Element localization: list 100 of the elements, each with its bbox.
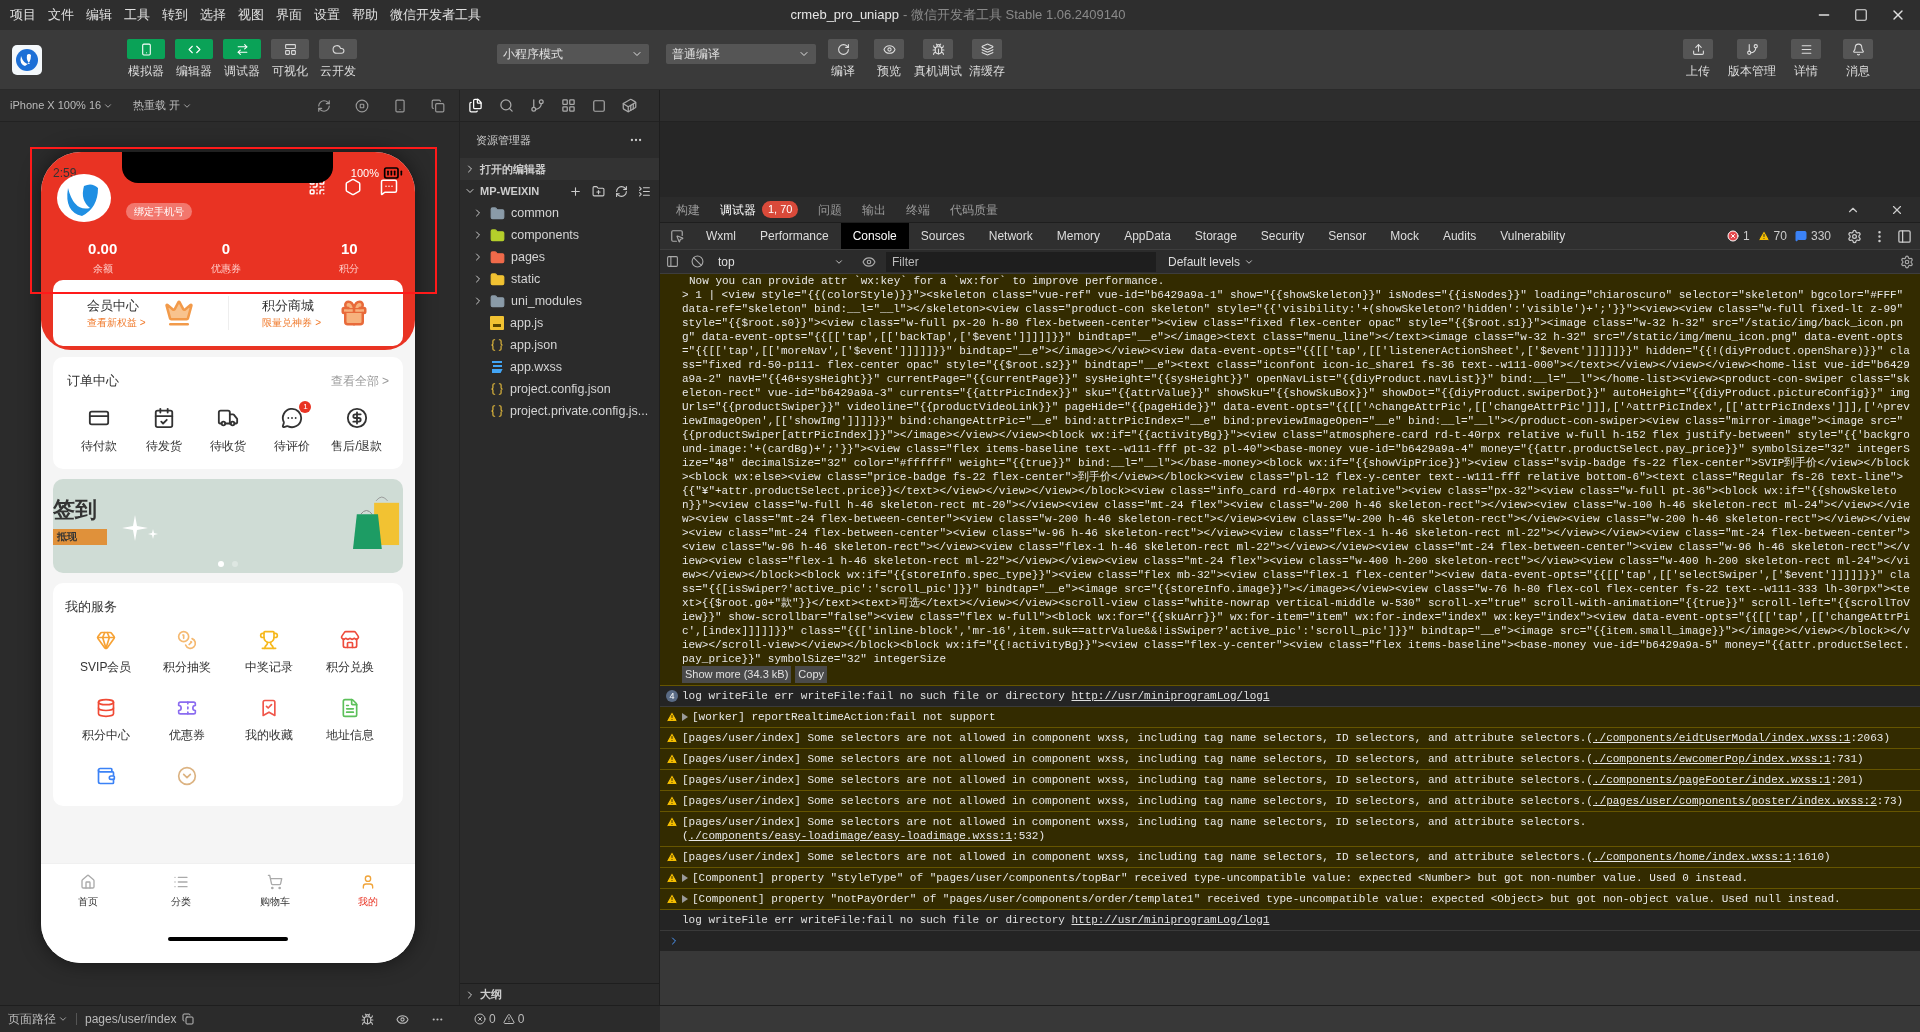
tab-bar-item[interactable]: 购物车 bbox=[228, 864, 322, 919]
panel-tab[interactable]: 代码质量 bbox=[950, 200, 999, 219]
inspect-icon[interactable] bbox=[670, 229, 684, 243]
collapse-icon[interactable] bbox=[638, 184, 651, 198]
source-link[interactable]: ./components/pageFooter/index.wxss:1 bbox=[1592, 773, 1831, 786]
file-tree-item[interactable]: project.config.json bbox=[510, 379, 611, 399]
dock-icon[interactable] bbox=[1897, 228, 1912, 244]
devtools-tab[interactable]: Mock bbox=[1378, 223, 1431, 249]
device-select[interactable]: iPhone X 100% 16 bbox=[10, 97, 114, 114]
copy-icon[interactable] bbox=[182, 1013, 195, 1025]
maximize-icon[interactable] bbox=[1854, 8, 1868, 22]
panel-tab[interactable]: 输出 bbox=[862, 200, 887, 219]
promo-title[interactable]: 积分商城 bbox=[262, 295, 322, 316]
open-editors-header[interactable]: 打开的编辑器 bbox=[460, 158, 659, 180]
expand-triangle-icon[interactable] bbox=[682, 894, 688, 903]
panel-tab[interactable]: 问题 bbox=[818, 200, 843, 219]
devtools-tab[interactable]: Security bbox=[1248, 223, 1317, 249]
devtools-tab[interactable]: Storage bbox=[1182, 223, 1249, 249]
source-link[interactable]: ./components/eidtUserModal/index.wxss:1 bbox=[1592, 731, 1851, 744]
compile-select[interactable]: 普通编译 bbox=[666, 44, 816, 64]
service-item[interactable]: 积分中心 bbox=[65, 698, 147, 744]
live-expression-icon[interactable] bbox=[862, 254, 876, 269]
devtools-tab[interactable]: Sources bbox=[908, 223, 977, 249]
view-toggle-button[interactable]: 编辑器 bbox=[170, 39, 218, 80]
source-control-icon[interactable] bbox=[530, 98, 545, 113]
message-icon[interactable] bbox=[380, 178, 398, 196]
file-tree-item[interactable]: project.private.config.js... bbox=[510, 401, 649, 421]
explorer-icon[interactable] bbox=[468, 98, 483, 113]
order-status-item[interactable]: 1 待评价 bbox=[260, 398, 325, 455]
devtools-tab[interactable]: Vulnerability bbox=[1488, 223, 1578, 249]
bug-icon[interactable] bbox=[361, 1012, 374, 1026]
refresh-icon[interactable] bbox=[317, 98, 331, 113]
order-status-item[interactable]: 待付款 bbox=[67, 398, 132, 455]
toolbar-action-button[interactable]: 详情 bbox=[1784, 39, 1828, 80]
source-link[interactable]: ./components/home/index.wxss:1 bbox=[1592, 850, 1791, 863]
expand-triangle-icon[interactable] bbox=[682, 712, 688, 721]
menu-item[interactable]: 微信开发者工具 bbox=[390, 5, 481, 25]
refresh-icon[interactable] bbox=[615, 184, 628, 198]
view-toggle-button[interactable]: 调试器 bbox=[218, 39, 266, 80]
new-folder-icon[interactable] bbox=[592, 184, 605, 198]
file-tree-item[interactable]: components bbox=[511, 225, 580, 245]
mode-select[interactable]: 小程序模式 bbox=[497, 44, 649, 64]
tab-bar-item[interactable]: 分类 bbox=[134, 864, 228, 919]
toolbar-action-button[interactable]: 预览 bbox=[868, 39, 910, 80]
devtools-tab[interactable]: Memory bbox=[1044, 223, 1113, 249]
menu-item[interactable]: 工具 bbox=[124, 5, 150, 25]
menu-item[interactable]: 设置 bbox=[314, 5, 340, 25]
copy-button[interactable]: Copy bbox=[795, 666, 827, 683]
devtools-tab[interactable]: AppData bbox=[1112, 223, 1183, 249]
new-file-icon[interactable] bbox=[569, 184, 582, 198]
menu-item[interactable]: 帮助 bbox=[352, 5, 378, 25]
clear-console-icon[interactable] bbox=[691, 255, 704, 268]
panel-tab[interactable]: 构建 bbox=[676, 200, 700, 219]
devtools-tab[interactable]: Console bbox=[840, 223, 909, 249]
menu-item[interactable]: 转到 bbox=[162, 5, 188, 25]
toolbar-action-button[interactable]: 编译 bbox=[822, 39, 864, 80]
hot-reload-toggle[interactable]: 热重载 开 bbox=[133, 97, 193, 114]
toolbar-action-button[interactable]: 真机调试 bbox=[914, 39, 962, 80]
source-link[interactable]: http://usr/miniprogramLog/log1 bbox=[1071, 913, 1270, 926]
devtools-tab[interactable]: Sensor bbox=[1316, 223, 1379, 249]
promo-title[interactable]: 会员中心 bbox=[86, 295, 146, 316]
source-link[interactable]: http://usr/miniprogramLog/log1 bbox=[1071, 689, 1270, 702]
view-toggle-button[interactable]: 云开发 bbox=[314, 39, 362, 80]
source-link[interactable]: ./components/ewcomerPop/index.wxss:1 bbox=[1592, 752, 1831, 765]
devtools-tab[interactable]: Performance bbox=[748, 223, 841, 249]
container-icon[interactable] bbox=[622, 98, 637, 113]
eye-icon[interactable] bbox=[396, 1012, 409, 1026]
file-tree-item[interactable]: app.js bbox=[510, 313, 544, 333]
toolbar-action-button[interactable]: 消息 bbox=[1836, 39, 1880, 80]
phone-icon[interactable] bbox=[393, 98, 407, 113]
context-select[interactable]: top bbox=[718, 252, 848, 271]
windows-icon[interactable] bbox=[431, 98, 445, 113]
project-header[interactable]: MP-WEIXIN bbox=[480, 182, 540, 200]
order-status-item[interactable]: 售后/退款 bbox=[324, 398, 389, 455]
menu-item[interactable]: 文件 bbox=[48, 5, 74, 25]
devtools-tab[interactable]: Wxml bbox=[694, 223, 748, 249]
service-item[interactable]: 积分兑换 bbox=[309, 630, 391, 676]
menu-item[interactable]: 编辑 bbox=[86, 5, 112, 25]
file-tree-item[interactable]: app.wxss bbox=[510, 357, 563, 377]
service-item[interactable]: 积分抽奖 bbox=[146, 630, 228, 676]
toolbar-action-button[interactable]: 版本管理 bbox=[1728, 39, 1776, 80]
stop-icon[interactable] bbox=[355, 98, 369, 113]
view-toggle-button[interactable]: 模拟器 bbox=[122, 39, 170, 80]
page-path-select[interactable]: 页面路径 bbox=[8, 1010, 68, 1028]
view-toggle-button[interactable]: 可视化 bbox=[266, 39, 314, 80]
service-item[interactable]: 中奖记录 bbox=[228, 630, 310, 676]
panel-tab[interactable]: 终端 bbox=[906, 200, 931, 219]
toolbar-action-button[interactable]: 上传 bbox=[1676, 39, 1720, 80]
toolbar-action-button[interactable]: 清缓存 bbox=[966, 39, 1008, 80]
source-link[interactable]: ./components/easy-loadimage/easy-loadimage.wxss:1 bbox=[688, 829, 1013, 842]
menu-item[interactable]: 视图 bbox=[238, 5, 264, 25]
tab-bar-item[interactable]: 首页 bbox=[41, 864, 135, 919]
console-settings-icon[interactable] bbox=[1900, 254, 1914, 269]
file-tree-item[interactable]: common bbox=[511, 203, 559, 223]
log-levels-select[interactable]: Default levels bbox=[1168, 252, 1255, 271]
search-icon[interactable] bbox=[499, 98, 514, 113]
extensions-icon[interactable] bbox=[561, 98, 576, 113]
sidebar-toggle-icon[interactable] bbox=[666, 255, 679, 268]
devtools-tab[interactable]: Network bbox=[976, 223, 1045, 249]
tab-bar-item[interactable]: 我的 bbox=[321, 864, 415, 919]
